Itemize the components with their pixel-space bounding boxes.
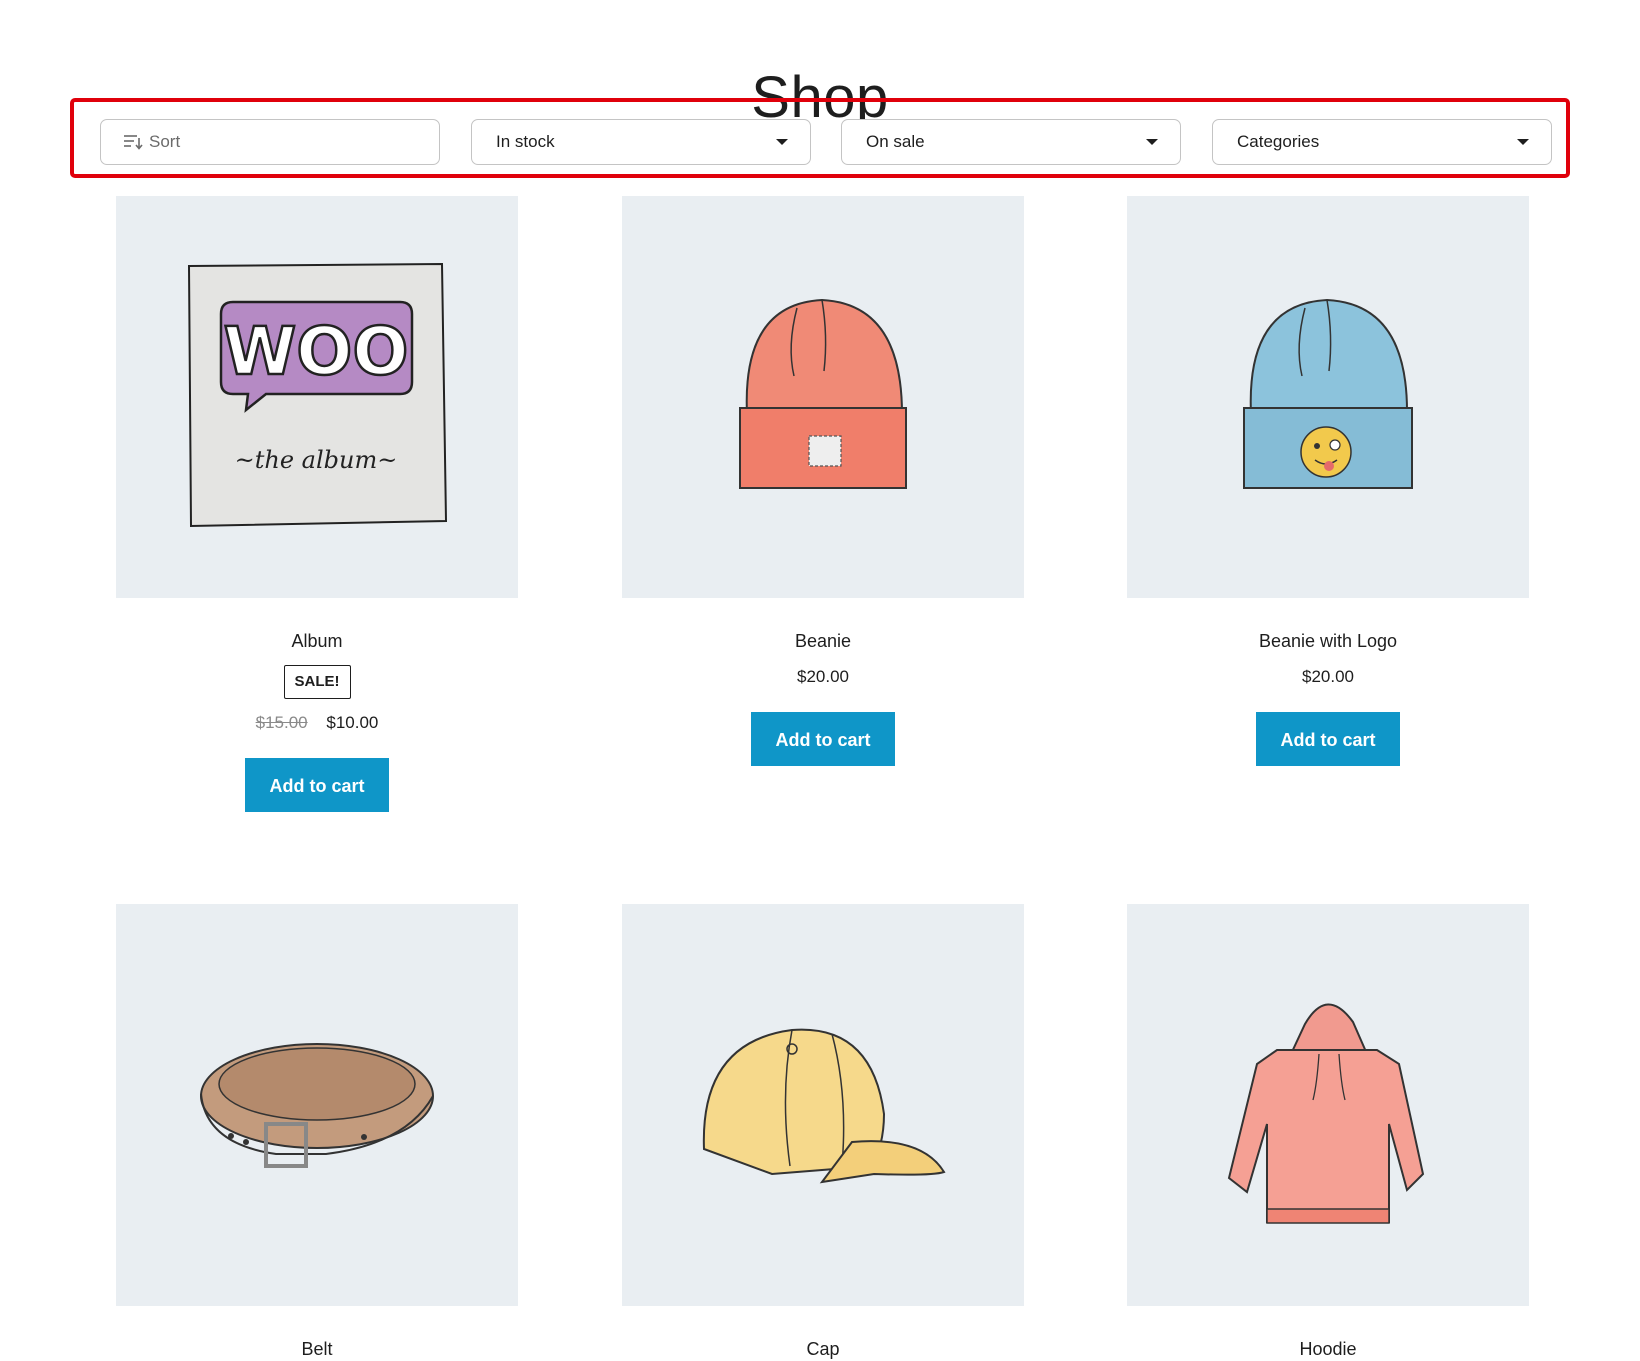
product-image[interactable] <box>622 904 1024 1306</box>
add-to-cart-button[interactable]: Add to cart <box>1256 712 1400 766</box>
product-price: $20.00 <box>797 667 849 686</box>
belt-image <box>200 1043 434 1168</box>
product-name[interactable]: Hoodie <box>1127 1337 1529 1361</box>
sort-dropdown[interactable]: Sort <box>100 119 440 165</box>
product-name[interactable]: Beanie with Logo <box>1127 629 1529 653</box>
product-card: WOO ~the album~ Album SALE! $15.00 $10.0… <box>116 196 518 812</box>
product-name[interactable]: Album <box>116 629 518 653</box>
product-card: Belt <box>116 904 518 1361</box>
hoodie-image <box>1227 1003 1425 1224</box>
product-card: Cap <box>622 904 1024 1361</box>
product-image[interactable] <box>116 904 518 1306</box>
product-price: $15.00 $10.00 <box>116 711 518 735</box>
product-name[interactable]: Beanie <box>622 629 1024 653</box>
caret-down-icon <box>776 139 788 145</box>
categories-label: Categories <box>1237 132 1320 151</box>
add-to-cart-button[interactable]: Add to cart <box>245 758 389 812</box>
sort-icon <box>124 135 143 150</box>
svg-text:~the album~: ~the album~ <box>235 446 398 474</box>
sale-badge: SALE! <box>283 665 351 699</box>
product-name[interactable]: Cap <box>622 1337 1024 1361</box>
product-image[interactable] <box>622 196 1024 598</box>
svg-text:WOO: WOO <box>223 313 408 390</box>
caret-down-icon <box>1146 139 1158 145</box>
beanie-image <box>739 298 907 489</box>
beanie-logo-image <box>1243 298 1413 489</box>
in-stock-filter[interactable]: In stock <box>471 119 811 165</box>
on-sale-label: On sale <box>866 132 925 151</box>
original-price: $15.00 <box>255 713 308 732</box>
on-sale-filter[interactable]: On sale <box>841 119 1181 165</box>
categories-filter[interactable]: Categories <box>1212 119 1552 165</box>
sale-price: $10.00 <box>326 713 379 732</box>
caret-down-icon <box>1517 139 1529 145</box>
cap-image <box>702 1028 946 1184</box>
add-to-cart-button[interactable]: Add to cart <box>751 712 895 766</box>
in-stock-label: In stock <box>496 132 555 151</box>
product-card: Beanie with Logo $20.00 Add to cart <box>1127 196 1529 766</box>
product-image[interactable] <box>1127 196 1529 598</box>
product-card: Hoodie <box>1127 904 1529 1361</box>
product-price: $20.00 <box>1302 667 1354 686</box>
product-image[interactable]: WOO ~the album~ <box>116 196 518 598</box>
product-card: Beanie $20.00 Add to cart <box>622 196 1024 766</box>
product-name[interactable]: Belt <box>116 1337 518 1361</box>
woo-album-image: WOO ~the album~ <box>187 262 448 528</box>
sort-label: Sort <box>149 132 181 151</box>
product-image[interactable] <box>1127 904 1529 1306</box>
filter-bar-highlight: Sort In stock On sale Categories <box>70 98 1570 178</box>
